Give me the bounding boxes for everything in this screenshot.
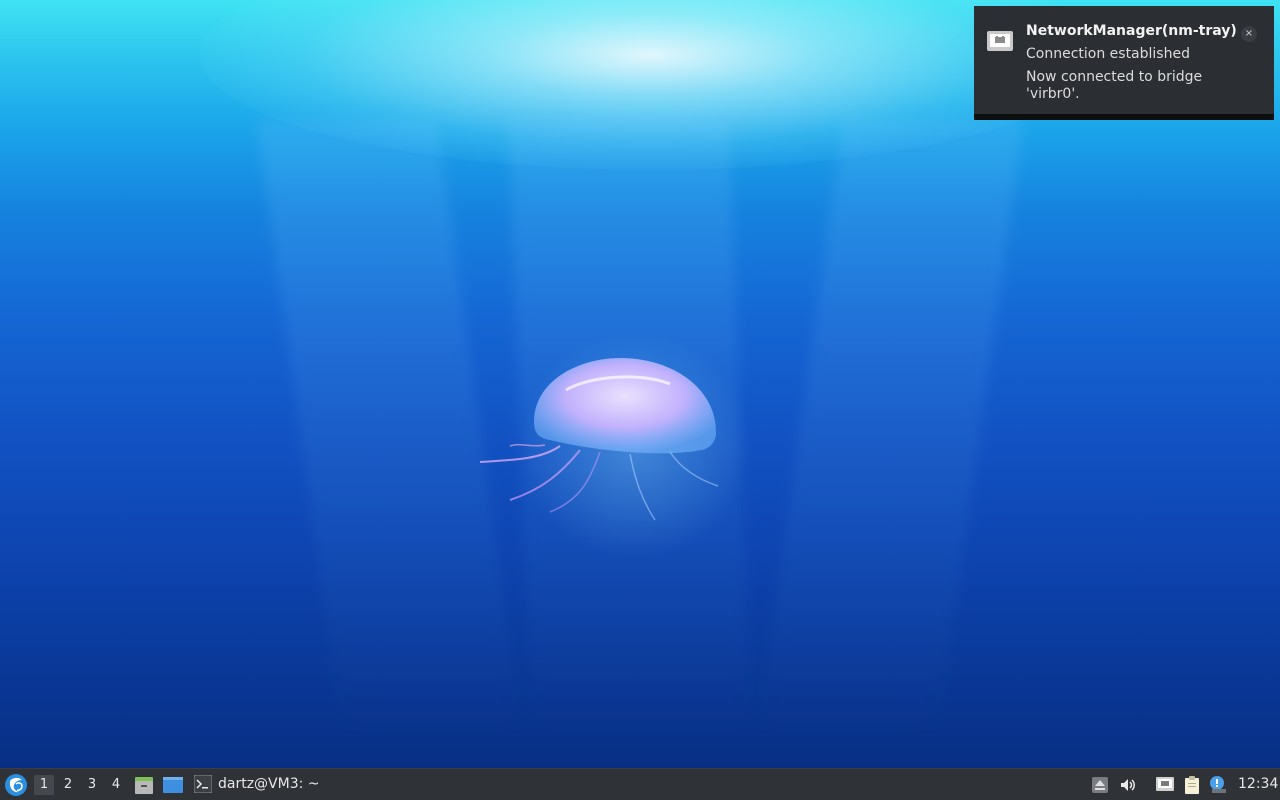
notification-popup[interactable]: NetworkManager(nm-tray) Connection estab… bbox=[974, 6, 1274, 120]
taskbar-panel: 1 2 3 4 dartz@VM3: ~ 12:34 bbox=[0, 768, 1280, 800]
show-desktop-icon[interactable] bbox=[162, 774, 184, 796]
removable-media-icon[interactable] bbox=[1090, 775, 1110, 795]
network-wired-icon bbox=[987, 31, 1013, 51]
notification-summary: Connection established bbox=[1026, 46, 1190, 62]
file-manager-icon[interactable] bbox=[133, 774, 155, 796]
desktop-switch-3[interactable]: 3 bbox=[82, 775, 102, 795]
update-notifier-icon[interactable] bbox=[1208, 775, 1228, 795]
terminal-icon bbox=[194, 775, 212, 793]
notification-body: Now connected to bridge 'virbr0'. bbox=[1026, 69, 1203, 102]
lxqt-menu-icon[interactable] bbox=[3, 772, 29, 798]
network-wired-icon[interactable] bbox=[1155, 775, 1175, 795]
taskbar-task-terminal[interactable]: dartz@VM3: ~ bbox=[192, 772, 392, 798]
desktop-switch-4[interactable]: 4 bbox=[106, 775, 126, 795]
wallpaper-light-ray bbox=[756, 120, 1024, 740]
volume-icon[interactable] bbox=[1118, 775, 1138, 795]
desktop-switch-2[interactable]: 2 bbox=[58, 775, 78, 795]
desktop-switch-1[interactable]: 1 bbox=[34, 775, 54, 795]
taskbar-task-label: dartz@VM3: ~ bbox=[218, 776, 320, 792]
notification-title: NetworkManager(nm-tray) bbox=[1026, 23, 1237, 39]
wallpaper-jellyfish bbox=[479, 358, 719, 521]
taskbar-clock[interactable]: 12:34 bbox=[1238, 776, 1278, 792]
notification-close-button[interactable]: × bbox=[1241, 26, 1257, 42]
clipboard-icon[interactable] bbox=[1182, 775, 1202, 795]
